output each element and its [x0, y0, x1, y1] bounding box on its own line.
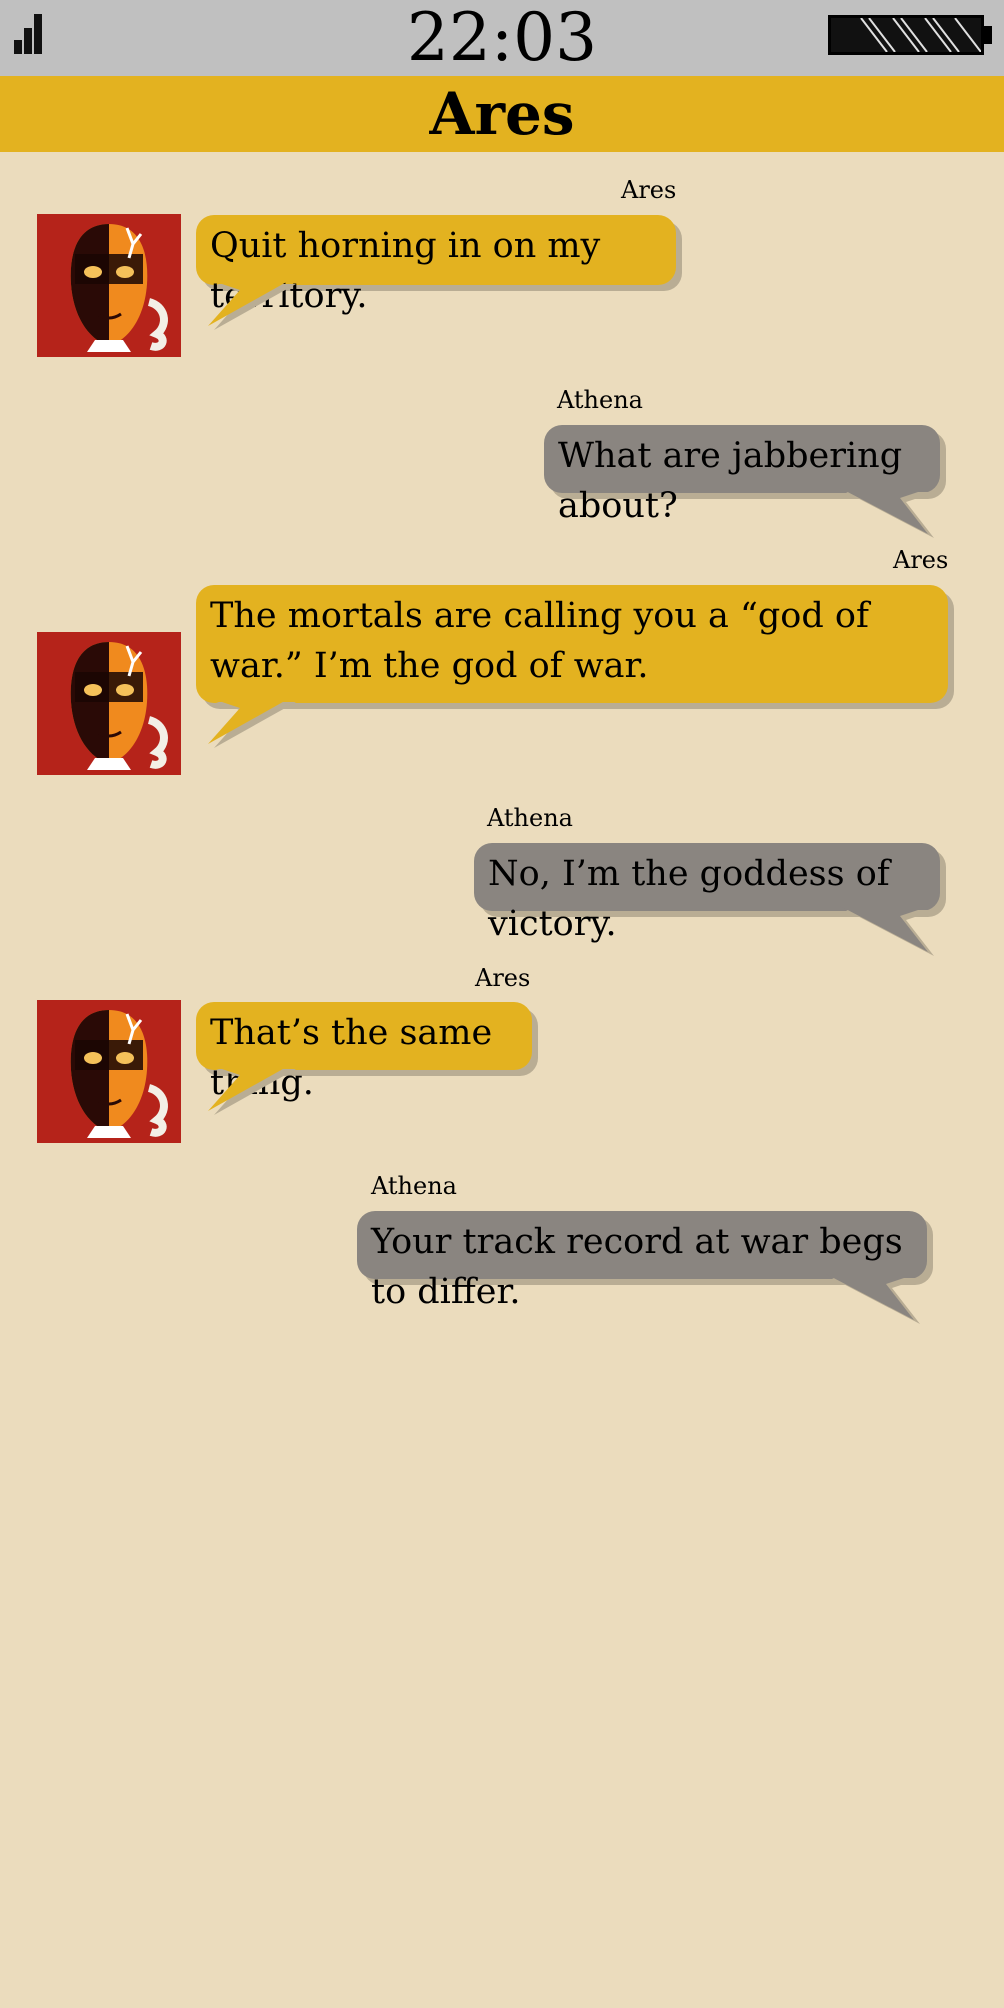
ares-avatar: [37, 1000, 181, 1143]
message-bubble-ares[interactable]: That’s the same thing.: [196, 1002, 532, 1103]
bubble-tail: [208, 1065, 296, 1115]
bubble-tail: [208, 698, 296, 748]
sender-name: Athena: [371, 1172, 457, 1200]
ares-avatar: [37, 214, 181, 357]
chat-title: Ares: [429, 80, 575, 148]
sender-name: Ares: [621, 176, 677, 204]
message-bubble-athena[interactable]: What are jabbering about?: [544, 425, 940, 526]
sender-name: Athena: [557, 386, 643, 414]
battery-tip: [984, 26, 992, 44]
sender-name: Ares: [475, 964, 531, 992]
bubble-tail: [840, 488, 936, 538]
sender-name: Athena: [487, 804, 573, 832]
chat-header: Ares: [0, 76, 1004, 152]
bubble-tail: [826, 1274, 922, 1324]
message-bubble-ares[interactable]: The mortals are calling you a “god of wa…: [196, 585, 948, 703]
message-bubble-athena[interactable]: Your track record at war begs to differ.: [357, 1211, 927, 1312]
message-bubble-ares[interactable]: Quit horning in on my territory.: [196, 215, 676, 316]
battery-icon: [828, 15, 984, 55]
bubble-tail: [840, 906, 936, 956]
ares-avatar: [37, 632, 181, 775]
sender-name: Ares: [893, 546, 949, 574]
message-bubble-athena[interactable]: No, I’m the goddess of victory.: [474, 843, 940, 944]
bubble-tail: [208, 280, 296, 330]
status-bar: 22:03: [0, 0, 1004, 76]
